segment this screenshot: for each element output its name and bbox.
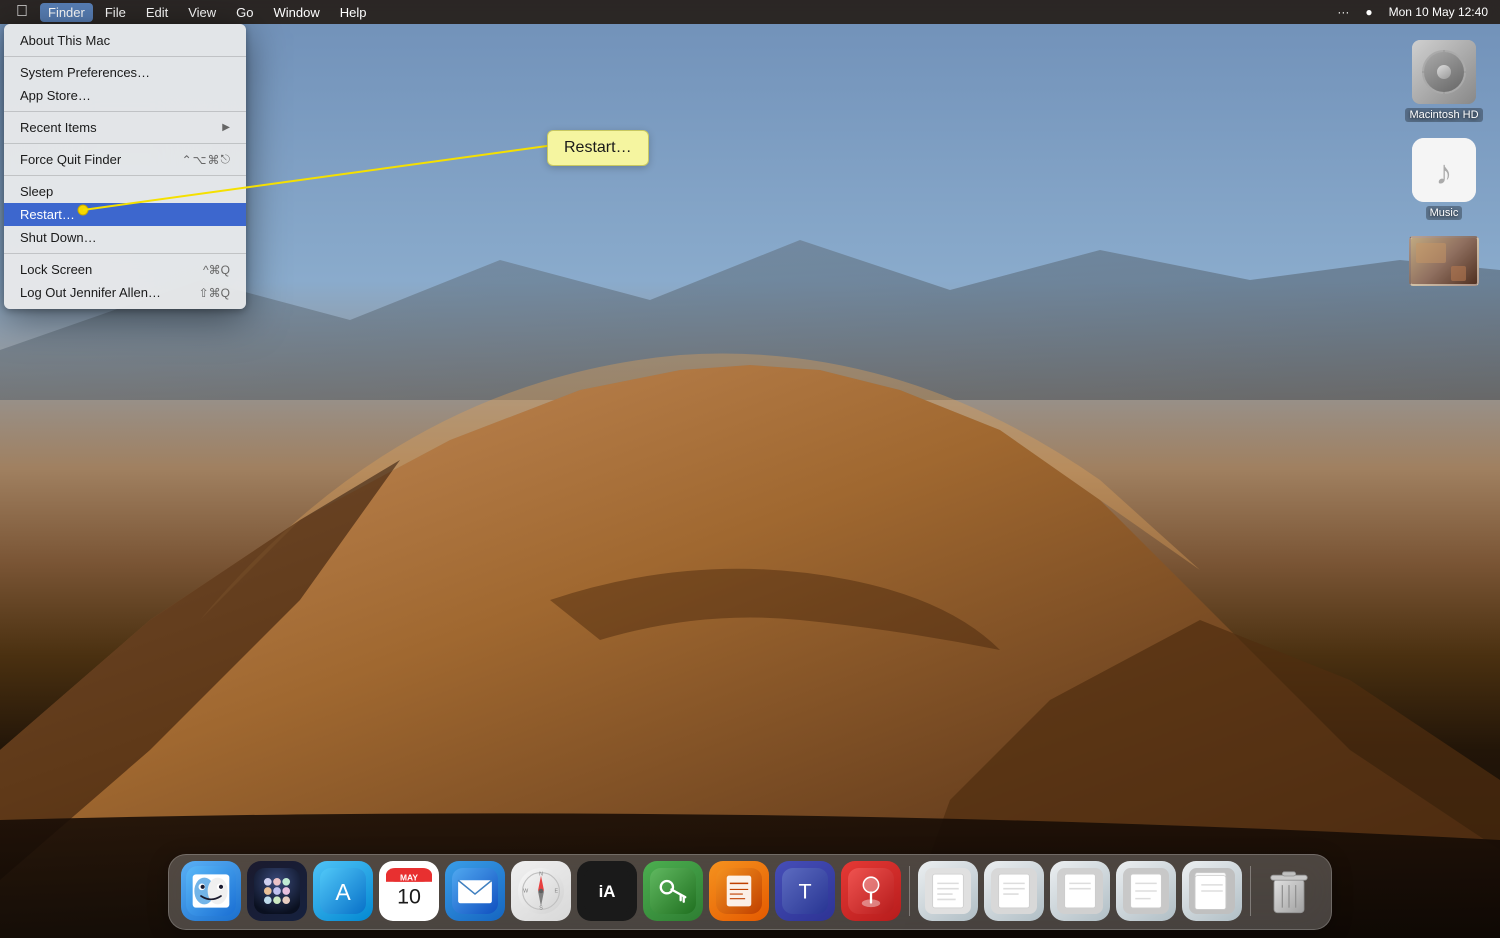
menubar-help[interactable]: Help bbox=[332, 3, 375, 22]
dock-mail[interactable] bbox=[445, 861, 505, 921]
macintosh-hd-label: Macintosh HD bbox=[1405, 108, 1482, 122]
svg-text:T: T bbox=[798, 880, 811, 904]
apple-dropdown-menu: About This Mac System Preferences… App S… bbox=[4, 24, 246, 309]
dock-finder[interactable] bbox=[181, 861, 241, 921]
menu-shut-down[interactable]: Shut Down… bbox=[4, 226, 246, 249]
svg-text:iA: iA bbox=[599, 882, 616, 901]
menubar:  Finder File Edit View Go Window Help ·… bbox=[0, 0, 1500, 24]
menubar-file[interactable]: File bbox=[97, 3, 134, 22]
restart-callout-label: Restart… bbox=[564, 139, 632, 156]
svg-text:MAY: MAY bbox=[400, 872, 418, 882]
log-out-shortcut: ⇧⌘Q bbox=[199, 286, 230, 300]
dock-doc1[interactable] bbox=[918, 861, 978, 921]
menubar-finder[interactable]: Finder bbox=[40, 3, 93, 22]
dock-keepass[interactable] bbox=[643, 861, 703, 921]
menubar-dots[interactable]: ··· bbox=[1333, 3, 1353, 21]
dock-calendar[interactable]: MAY 10 bbox=[379, 861, 439, 921]
menubar-left:  Finder File Edit View Go Window Help bbox=[8, 1, 375, 23]
desktop-icons: Macintosh HD ♪ Music bbox=[1404, 40, 1484, 286]
dock-ia-writer[interactable]: iA bbox=[577, 861, 637, 921]
dock-doc3[interactable] bbox=[1050, 861, 1110, 921]
dock-doc4[interactable] bbox=[1116, 861, 1176, 921]
svg-text:N: N bbox=[539, 872, 543, 878]
dock-pages[interactable] bbox=[709, 861, 769, 921]
dock-safari[interactable]: N E S W bbox=[511, 861, 571, 921]
force-quit-shortcut: ⌃⌥⌘⎋ bbox=[182, 152, 230, 167]
desktop-icon-macintosh-hd[interactable]: Macintosh HD bbox=[1404, 40, 1484, 122]
dock-doc2[interactable] bbox=[984, 861, 1044, 921]
dock-separator bbox=[909, 866, 910, 916]
menu-sleep[interactable]: Sleep bbox=[4, 180, 246, 203]
dock-appstore[interactable]: A bbox=[313, 861, 373, 921]
dock: A MAY 10 bbox=[168, 854, 1332, 930]
menu-about-this-mac[interactable]: About This Mac bbox=[4, 29, 246, 52]
dock-trash[interactable] bbox=[1259, 861, 1319, 921]
svg-text:10: 10 bbox=[397, 884, 421, 908]
menubar-window[interactable]: Window bbox=[266, 3, 328, 22]
menu-lock-screen[interactable]: Lock Screen ^⌘Q bbox=[4, 258, 246, 281]
hdd-icon-img bbox=[1412, 40, 1476, 104]
menubar-siri[interactable]: ● bbox=[1361, 3, 1376, 21]
dock-teams[interactable]: T bbox=[775, 861, 835, 921]
desktop:  Finder File Edit View Go Window Help ·… bbox=[0, 0, 1500, 938]
menu-divider-1 bbox=[4, 56, 246, 57]
menubar-edit[interactable]: Edit bbox=[138, 3, 176, 22]
menu-divider-4 bbox=[4, 175, 246, 176]
dock-doc5[interactable] bbox=[1182, 861, 1242, 921]
menu-divider-2 bbox=[4, 111, 246, 112]
menu-system-preferences[interactable]: System Preferences… bbox=[4, 61, 246, 84]
menu-divider-3 bbox=[4, 143, 246, 144]
lock-screen-shortcut: ^⌘Q bbox=[203, 263, 230, 277]
svg-text:E: E bbox=[555, 889, 559, 895]
menu-force-quit[interactable]: Force Quit Finder ⌃⌥⌘⎋ bbox=[4, 148, 246, 171]
svg-text:A: A bbox=[335, 879, 351, 905]
menu-divider-5 bbox=[4, 253, 246, 254]
apple-menu-button[interactable]:  bbox=[8, 1, 36, 23]
screenshot-thumbnail bbox=[1409, 236, 1479, 286]
dock-joystick[interactable] bbox=[841, 861, 901, 921]
desktop-icon-screenshot[interactable] bbox=[1409, 236, 1479, 286]
menu-restart[interactable]: Restart… bbox=[4, 203, 246, 226]
music-label: Music bbox=[1426, 206, 1463, 220]
music-icon-img: ♪ bbox=[1412, 138, 1476, 202]
dock-separator-2 bbox=[1250, 866, 1251, 916]
svg-text:♪: ♪ bbox=[1436, 154, 1453, 192]
restart-callout: Restart… bbox=[547, 130, 649, 166]
dock-launchpad[interactable] bbox=[247, 861, 307, 921]
menu-app-store[interactable]: App Store… bbox=[4, 84, 246, 107]
desktop-icon-music[interactable]: ♪ Music bbox=[1404, 138, 1484, 220]
menu-recent-items[interactable]: Recent Items ▶ bbox=[4, 116, 246, 139]
svg-text:S: S bbox=[539, 905, 543, 911]
menu-log-out[interactable]: Log Out Jennifer Allen… ⇧⌘Q bbox=[4, 281, 246, 304]
menubar-right: ··· ● Mon 10 May 12:40 bbox=[1333, 3, 1492, 21]
recent-items-arrow: ▶ bbox=[222, 122, 230, 133]
menubar-go[interactable]: Go bbox=[228, 3, 261, 22]
menubar-datetime: Mon 10 May 12:40 bbox=[1385, 3, 1492, 21]
menubar-view[interactable]: View bbox=[180, 3, 224, 22]
